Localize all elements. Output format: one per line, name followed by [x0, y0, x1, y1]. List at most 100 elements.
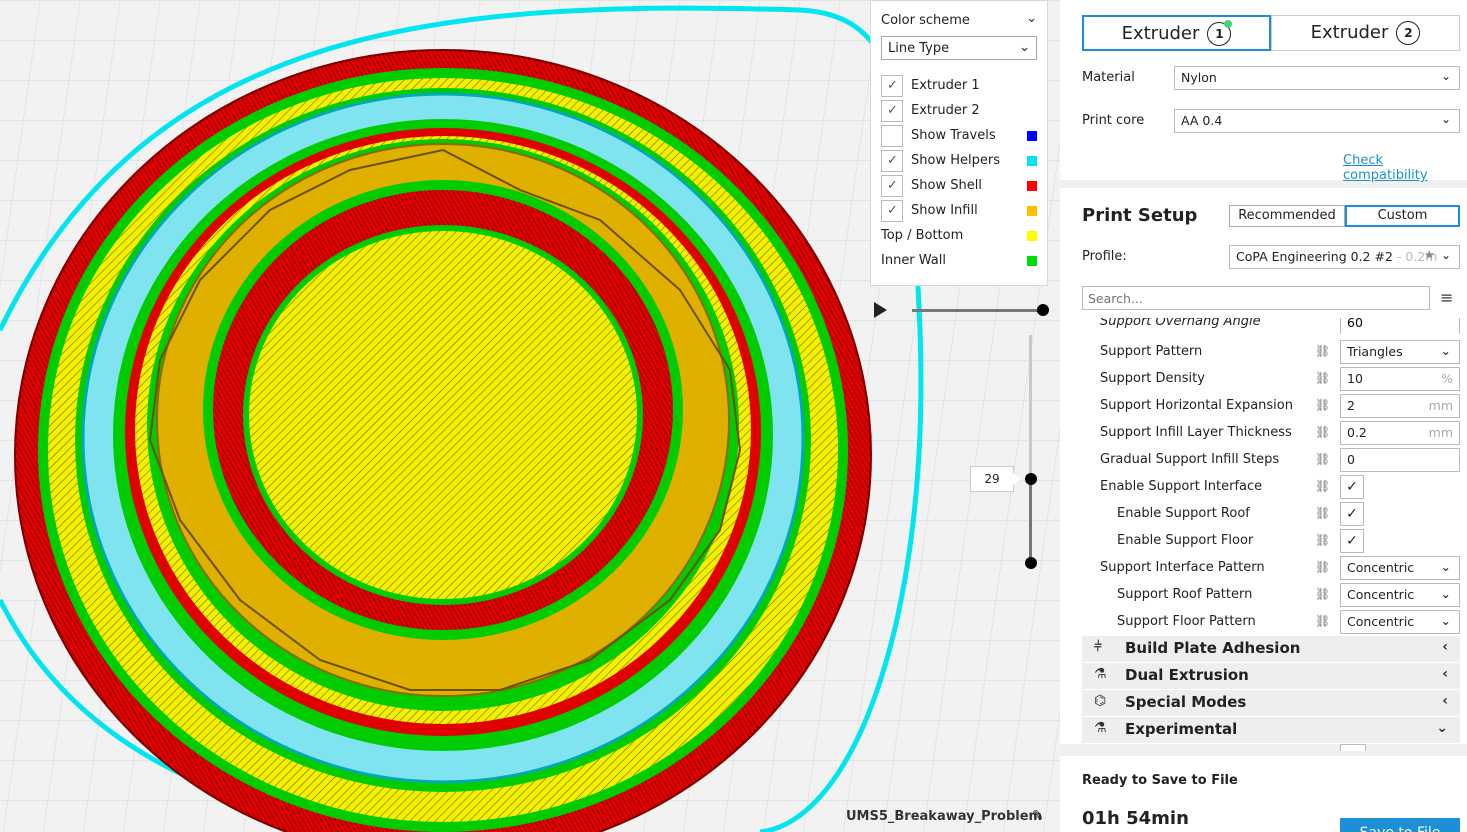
link-icon[interactable]: ⛓	[1315, 344, 1330, 358]
material-label: Material	[1082, 70, 1135, 85]
color-swatch	[1027, 206, 1037, 216]
partial-setting-field[interactable]: 60	[1340, 318, 1460, 334]
settings-menu-icon[interactable]: ≡	[1440, 288, 1453, 307]
link-icon[interactable]: ⛓	[1315, 479, 1330, 493]
profile-select[interactable]: CoPA Engineering 0.2 #2 - 0.2m ★ ⌄	[1229, 245, 1460, 269]
setting-checkbox[interactable]: ✓	[1340, 529, 1364, 553]
setting-unit: mm	[1428, 425, 1453, 440]
chevron-down-icon: ⌄	[1440, 559, 1451, 574]
material-value: Nylon	[1181, 70, 1217, 85]
checkbox[interactable]: ✓	[881, 75, 903, 97]
setting-value: 0.2	[1347, 425, 1367, 440]
tab-extruder-2[interactable]: Extruder 2	[1271, 15, 1460, 51]
chevron-icon: ‹	[1442, 639, 1448, 655]
link-icon[interactable]: ⛓	[1315, 533, 1330, 547]
layer-number-field[interactable]: 29	[970, 466, 1021, 492]
chevron-down-icon: ⌄	[1440, 586, 1451, 601]
color-swatch	[1027, 256, 1037, 266]
setting-input[interactable]: 0	[1340, 448, 1460, 472]
color-scheme-item[interactable]: ✓ Show Shell	[881, 175, 1039, 197]
chevron-down-icon: ⌄	[1440, 343, 1451, 358]
category-label: Build Plate Adhesion	[1125, 639, 1301, 657]
color-scheme-item[interactable]: ✓ Extruder 1	[881, 75, 1039, 97]
check-icon: ✓	[887, 203, 898, 218]
setting-row: Enable Support Floor ⛓ ✓	[1100, 529, 1460, 553]
checkbox[interactable]: ✓	[881, 175, 903, 197]
extruder-1-badge: 1	[1207, 20, 1233, 46]
link-icon[interactable]: ⛓	[1315, 506, 1330, 520]
chevron-icon: ‹	[1442, 666, 1448, 682]
color-scheme-item[interactable]: Show Travels	[881, 125, 1039, 147]
checkbox[interactable]	[881, 125, 903, 147]
chevron-down-icon[interactable]: ⌄	[1026, 11, 1037, 26]
color-scheme-item[interactable]: ✓ Extruder 2	[881, 100, 1039, 122]
category-header[interactable]: ⫩ Build Plate Adhesion ‹	[1082, 636, 1460, 662]
partial-setting-row: Support Overhang Angle 60	[1082, 318, 1460, 334]
setting-unit: mm	[1428, 398, 1453, 413]
setting-select[interactable]: Triangles ⌄	[1340, 340, 1460, 364]
category-header[interactable]: ⚗ Dual Extrusion ‹	[1082, 663, 1460, 689]
check-icon: ✓	[887, 153, 898, 168]
settings-search-input[interactable]	[1082, 286, 1430, 310]
setting-unit: %	[1441, 371, 1453, 386]
custom-button[interactable]: Custom	[1345, 205, 1460, 227]
recommended-button[interactable]: Recommended	[1229, 205, 1345, 227]
check-icon: ✓	[887, 178, 898, 193]
path-slider-handle[interactable]	[1037, 304, 1049, 316]
star-icon[interactable]: ★	[1424, 247, 1435, 262]
category-header[interactable]: ⚗ Experimental ⌄	[1082, 717, 1460, 743]
setting-select[interactable]: Concentric ⌄	[1340, 556, 1460, 580]
print-core-select[interactable]: AA 0.4 ⌄	[1174, 109, 1460, 133]
edit-pencil-icon[interactable]: ✎	[1032, 808, 1044, 824]
checkbox[interactable]: ✓	[881, 200, 903, 222]
color-legend-label: Top / Bottom	[881, 228, 964, 243]
setting-label: Support Infill Layer Thickness	[1100, 425, 1292, 440]
extruder-2-number: 2	[1404, 26, 1413, 40]
setting-checkbox[interactable]: ✓	[1340, 502, 1364, 526]
setting-input[interactable]: 2 mm	[1340, 394, 1460, 418]
chevron-down-icon: ⌄	[1440, 69, 1451, 83]
color-legend-item: Inner Wall	[881, 250, 1039, 272]
checkbox[interactable]: ✓	[881, 100, 903, 122]
color-scheme-item[interactable]: ✓ Show Infill	[881, 200, 1039, 222]
link-icon[interactable]: ⛓	[1315, 371, 1330, 385]
check-compatibility-link[interactable]: Check compatibility	[1343, 153, 1467, 183]
layer-slider-upper-handle[interactable]	[1025, 473, 1037, 485]
color-legend-item: Top / Bottom	[881, 225, 1039, 247]
link-icon[interactable]: ⛓	[1315, 398, 1330, 412]
color-scheme-select[interactable]: Line Type ⌄	[881, 36, 1037, 60]
link-icon[interactable]: ⛓	[1315, 614, 1330, 628]
layer-slider-lower-handle[interactable]	[1025, 557, 1037, 569]
color-scheme-item-label: Show Infill	[911, 203, 978, 218]
setting-select[interactable]: Concentric ⌄	[1340, 610, 1460, 634]
setting-value: Triangles	[1347, 344, 1403, 359]
link-icon[interactable]: ⛓	[1315, 560, 1330, 574]
color-scheme-item[interactable]: ✓ Show Helpers	[881, 150, 1039, 172]
play-simulation-button[interactable]	[874, 302, 887, 318]
category-header[interactable]: ⌬ Special Modes ‹	[1082, 690, 1460, 716]
checkbox[interactable]: ✓	[881, 150, 903, 172]
chevron-down-icon: ⌄	[1019, 40, 1030, 55]
setting-row: Support Interface Pattern ⛓ Concentric ⌄	[1100, 556, 1460, 580]
path-slider-track[interactable]	[912, 309, 1044, 312]
chevron-down-icon: ⌄	[1440, 613, 1451, 628]
setting-input[interactable]: 10%	[1340, 367, 1460, 391]
color-legend-label: Inner Wall	[881, 253, 946, 268]
link-icon[interactable]: ⛓	[1315, 587, 1330, 601]
print-setup-title: Print Setup	[1082, 205, 1198, 226]
job-name: UMS5_Breakaway_Problem	[846, 809, 1043, 824]
setting-value: 10	[1347, 371, 1363, 386]
link-icon[interactable]: ⛓	[1315, 425, 1330, 439]
material-select[interactable]: Nylon ⌄	[1174, 66, 1460, 90]
tab-extruder-1[interactable]: Extruder 1	[1082, 15, 1271, 51]
setting-select[interactable]: Concentric ⌄	[1340, 583, 1460, 607]
setting-row: Support Density ⛓ 10%	[1100, 367, 1460, 391]
category-label: Dual Extrusion	[1125, 666, 1249, 684]
print-core-value: AA 0.4	[1181, 113, 1223, 128]
setting-input[interactable]: 0.2 mm	[1340, 421, 1460, 445]
partial-checkbox[interactable]	[1340, 744, 1366, 751]
setting-checkbox[interactable]: ✓	[1340, 475, 1364, 499]
save-to-file-button[interactable]: Save to File	[1340, 818, 1460, 832]
color-swatch	[1027, 181, 1037, 191]
link-icon[interactable]: ⛓	[1315, 452, 1330, 466]
